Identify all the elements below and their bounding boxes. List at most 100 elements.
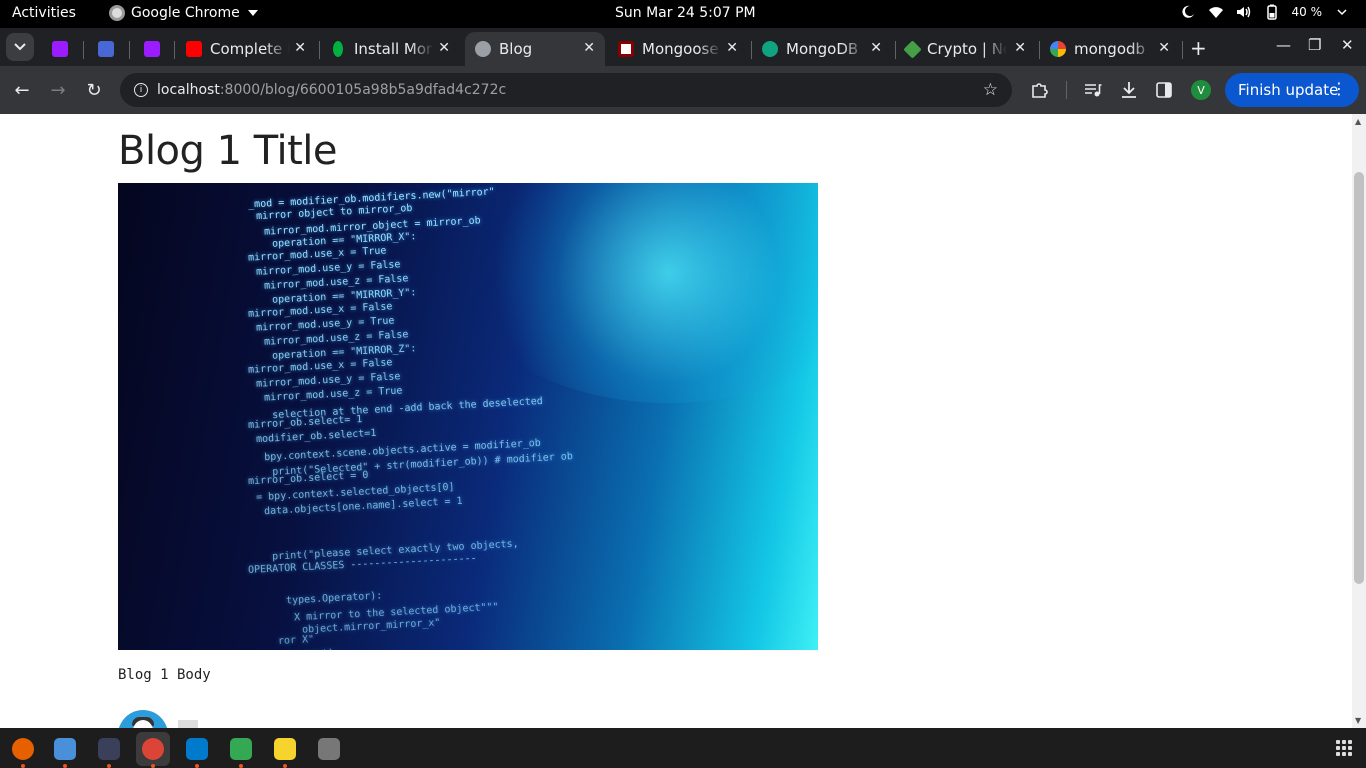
- files-icon: [54, 738, 76, 760]
- running-indicator: [195, 764, 199, 768]
- close-icon[interactable]: ✕: [726, 40, 738, 56]
- close-icon[interactable]: ✕: [1014, 40, 1026, 56]
- running-indicator: [283, 764, 287, 768]
- page-scrollbar[interactable]: ▲ ▼: [1352, 114, 1366, 728]
- page-content: Blog 1 Title _mod = modifier_ob.modifier…: [0, 114, 1352, 728]
- side-panel-icon[interactable]: [1153, 79, 1175, 101]
- tab-title: Install Mor: [354, 40, 433, 58]
- tab-google-mongodb[interactable]: mongodb ✕: [1050, 32, 1180, 66]
- dock-chat[interactable]: [224, 732, 258, 768]
- blog-title: Blog 1 Title: [118, 128, 338, 174]
- tab-favicon-icon: [52, 41, 68, 57]
- chatgpt-icon: [762, 41, 778, 57]
- more-vert-icon: ⋮: [1331, 79, 1347, 98]
- app-menu[interactable]: Google Chrome: [109, 5, 258, 21]
- hero-code-line: ror X": [277, 634, 315, 647]
- dock-software[interactable]: [312, 732, 346, 766]
- running-indicator: [151, 764, 155, 768]
- tab-complete[interactable]: Complete I ✕: [186, 32, 316, 66]
- terminal-icon: [98, 738, 120, 760]
- mongoose-icon: [618, 41, 634, 57]
- clock[interactable]: Sun Mar 24 5:07 PM: [615, 5, 756, 21]
- tab-title: Complete I: [210, 40, 290, 58]
- back-arrow-icon[interactable]: ←: [10, 78, 34, 102]
- tab-crypto[interactable]: Crypto | Nc ✕: [903, 32, 1036, 66]
- tab-separator: [1039, 41, 1040, 59]
- youtube-icon: [186, 41, 202, 57]
- minimize-icon[interactable]: —: [1276, 36, 1291, 54]
- download-icon[interactable]: [1118, 79, 1140, 101]
- tab-favicon-icon: [144, 41, 160, 57]
- tab-separator: [319, 41, 320, 59]
- new-tab-plus-icon[interactable]: +: [1190, 36, 1207, 60]
- hero-code-line: context):: [286, 648, 341, 650]
- dock-text-editor[interactable]: [268, 732, 302, 768]
- tab-title: mongodb: [1074, 40, 1146, 58]
- restore-icon[interactable]: ❐: [1308, 36, 1321, 54]
- dock-vscode[interactable]: [180, 732, 214, 768]
- tab-mongodb[interactable]: MongoDB ✕: [762, 32, 892, 66]
- night-light-icon: [1180, 4, 1196, 20]
- author-name-placeholder: [178, 720, 198, 728]
- system-tray[interactable]: 40 %: [1180, 4, 1351, 20]
- firefox-icon: [12, 738, 34, 760]
- tab-pinned-2[interactable]: [98, 32, 124, 66]
- bookmark-star-icon[interactable]: ☆: [983, 80, 998, 100]
- running-indicator: [63, 764, 67, 768]
- tab-mongoose[interactable]: Mongoose ✕: [618, 32, 748, 66]
- dock-firefox[interactable]: [6, 732, 40, 768]
- activities-button[interactable]: Activities: [12, 5, 76, 21]
- close-icon[interactable]: ✕: [294, 40, 306, 56]
- tab-pinned-1[interactable]: [52, 32, 78, 66]
- scroll-down-arrow-icon[interactable]: ▼: [1355, 716, 1361, 725]
- running-indicator: [239, 764, 243, 768]
- hero-code-line: mirror_ob.select = 0: [247, 469, 369, 488]
- close-icon[interactable]: ✕: [1158, 40, 1170, 56]
- extensions-puzzle-icon[interactable]: [1028, 79, 1050, 101]
- tab-title: MongoDB: [786, 40, 859, 58]
- close-icon[interactable]: ✕: [438, 40, 450, 56]
- nodejs-icon: [903, 39, 922, 59]
- media-controls-icon[interactable]: [1082, 79, 1104, 101]
- scroll-up-arrow-icon[interactable]: ▲: [1355, 117, 1361, 126]
- close-icon[interactable]: ✕: [583, 40, 595, 56]
- profile-avatar[interactable]: V: [1191, 80, 1211, 100]
- dock-files[interactable]: [48, 732, 82, 768]
- tab-blog[interactable]: Blog ✕: [465, 32, 605, 66]
- chevron-down-icon: [247, 10, 258, 16]
- vscode-icon: [186, 738, 208, 760]
- tab-title: Blog: [499, 40, 533, 58]
- mongodb-leaf-icon: [333, 41, 343, 57]
- tab-install[interactable]: Install Mor ✕: [330, 32, 460, 66]
- scrollbar-thumb[interactable]: [1354, 172, 1364, 584]
- volume-icon: [1236, 4, 1252, 20]
- dock-chrome[interactable]: [136, 732, 170, 768]
- chrome-icon: [142, 738, 164, 760]
- running-indicator: [107, 764, 111, 768]
- finish-update-button[interactable]: Finish update ⋮: [1225, 73, 1359, 107]
- hero-code-line: types.Operator):: [285, 590, 383, 607]
- system-top-bar: Activities Google Chrome Sun Mar 24 5:07…: [0, 0, 1366, 28]
- dock-terminal[interactable]: [92, 732, 126, 768]
- running-indicator: [21, 764, 25, 768]
- finish-update-label: Finish update: [1238, 81, 1339, 99]
- address-bar[interactable]: i localhost:8000/blog/6600105a98b5a9dfad…: [120, 73, 1012, 107]
- blog-hero-image: _mod = modifier_ob.modifiers.new("mirror…: [118, 183, 818, 650]
- reload-icon[interactable]: ↻: [82, 78, 106, 102]
- tab-pinned-3[interactable]: [144, 32, 170, 66]
- close-window-icon[interactable]: ✕: [1341, 36, 1354, 54]
- tab-title: Crypto | Nc: [927, 40, 1007, 58]
- browser-toolbar: ← → ↻ i localhost:8000/blog/6600105a98b5…: [0, 66, 1366, 114]
- chrome-app-icon: [109, 5, 125, 21]
- show-apps-grid-icon[interactable]: [1336, 740, 1352, 756]
- author-avatar[interactable]: [118, 710, 168, 728]
- forward-arrow-icon[interactable]: →: [46, 78, 70, 102]
- site-info-icon[interactable]: i: [134, 83, 148, 97]
- tab-separator: [1182, 41, 1183, 59]
- tab-strip: Complete I ✕ Install Mor ✕ Blog ✕ Mongoo…: [0, 28, 1366, 66]
- tab-search-button[interactable]: [6, 33, 34, 61]
- chat-icon: [230, 738, 252, 760]
- google-icon: [1050, 41, 1066, 57]
- close-icon[interactable]: ✕: [870, 40, 882, 56]
- app-menu-label: Google Chrome: [131, 5, 240, 21]
